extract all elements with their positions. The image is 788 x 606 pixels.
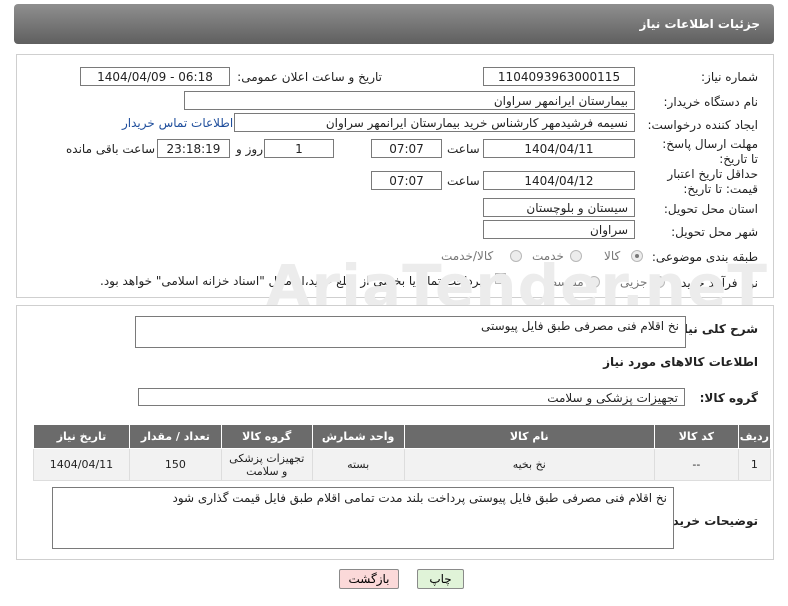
treasury-payment-note: پرداخت تمام یا بخشی از مبلغ خرید،از محل …: [100, 274, 483, 288]
header-goods-group: گروه کالا: [220, 424, 313, 449]
table-header-row: ردیف کد کالا نام کالا واحد شمارش گروه کا…: [33, 424, 772, 449]
remaining-time-field[interactable]: 23:18:19: [157, 139, 230, 158]
need-number-field[interactable]: 1104093963000115: [483, 67, 635, 86]
category-goods-label: کالا: [604, 249, 621, 263]
goods-group-field[interactable]: تجهیزات پزشکی و سلامت: [138, 388, 685, 406]
page-title: جزئیات اطلاعات نیاز: [639, 17, 760, 31]
header-need-date: تاریخ نیاز: [33, 424, 130, 449]
buyer-org-label: نام دستگاه خریدار:: [663, 95, 759, 109]
category-goods-radio[interactable]: [631, 250, 643, 262]
goods-table: ردیف کد کالا نام کالا واحد شمارش گروه کا…: [33, 424, 772, 481]
category-label: طبقه بندی موضوعی:: [651, 250, 758, 264]
category-service-radio[interactable]: [570, 250, 582, 262]
remaining-label: ساعت باقی مانده: [66, 142, 156, 156]
print-button[interactable]: چاپ: [417, 569, 464, 589]
reply-deadline-label: مهلت ارسال پاسخ: تا تاریخ:: [662, 137, 758, 166]
description-field[interactable]: نخ اقلام فنی مصرفی طبق فایل پیوستی: [135, 316, 686, 348]
header-quantity: تعداد / مقدار: [128, 424, 222, 449]
cell-goods-code: --: [653, 448, 739, 481]
announce-field[interactable]: 1404/04/09 - 06:18: [80, 67, 230, 86]
buyer-notes-field[interactable]: نخ اقلام فنی مصرفی طبق فایل پیوستی پرداخ…: [52, 487, 674, 549]
price-date-field[interactable]: 1404/04/12: [483, 171, 635, 190]
price-hour-label: ساعت: [447, 174, 480, 188]
cell-quantity: 150: [128, 448, 222, 481]
price-time-field[interactable]: 07:07: [371, 171, 442, 190]
province-label: استان محل تحویل:: [663, 202, 758, 216]
buyer-contact-link[interactable]: اطلاعات تماس خریدار: [122, 116, 233, 130]
price-validity-label: حداقل تاریخ اعتبار قیمت: تا تاریخ:: [667, 167, 758, 196]
cell-need-date: 1404/04/11: [33, 448, 130, 481]
treasury-payment-checkbox[interactable]: [495, 273, 506, 284]
goods-group-label: گروه کالا:: [699, 391, 758, 405]
cell-unit: بسته: [311, 448, 405, 481]
cell-goods-group: تجهیزات پزشکی و سلامت: [220, 448, 313, 481]
header-goods-code: کد کالا: [653, 424, 739, 449]
creator-label: ایجاد کننده درخواست:: [647, 118, 758, 132]
page-header: جزئیات اطلاعات نیاز: [14, 4, 774, 44]
creator-field[interactable]: نسیمه فرشیدمهر کارشناس خرید بیمارستان ای…: [234, 113, 635, 132]
process-minor-radio[interactable]: [653, 276, 665, 288]
process-minor-label: جزیی: [620, 275, 648, 289]
city-label: شهر محل تحویل:: [671, 225, 758, 239]
reply-hour-label: ساعت: [447, 142, 480, 156]
reply-days-field[interactable]: 1: [264, 139, 334, 158]
reply-date-field[interactable]: 1404/04/11: [483, 139, 635, 158]
cell-row-number: 1: [737, 448, 772, 481]
back-button[interactable]: بازگشت: [339, 569, 399, 589]
header-unit: واحد شمارش: [311, 424, 405, 449]
reply-time-field[interactable]: 07:07: [371, 139, 442, 158]
category-service-label: خدمت: [532, 249, 564, 263]
process-medium-radio[interactable]: [588, 276, 600, 288]
process-medium-label: متوسط: [546, 275, 584, 289]
goods-info-title: اطلاعات کالاهای مورد نیاز: [603, 355, 758, 369]
header-row-number: ردیف: [737, 424, 772, 449]
process-label: نوع فرآیند خرید :: [673, 276, 758, 290]
category-both-radio[interactable]: [510, 250, 522, 262]
buyer-org-field[interactable]: بیمارستان ایرانمهر سراوان: [184, 91, 635, 110]
category-both-label: کالا/خدمت: [441, 249, 494, 263]
province-field[interactable]: سیستان و بلوچستان: [483, 198, 635, 217]
city-field[interactable]: سراوان: [483, 220, 635, 239]
days-label: روز و: [236, 142, 263, 156]
table-row[interactable]: 1 -- نخ بخیه بسته تجهیزات پزشکی و سلامت …: [33, 448, 772, 481]
header-goods-name: نام کالا: [403, 424, 655, 449]
cell-goods-name: نخ بخیه: [403, 448, 655, 481]
need-number-label: شماره نیاز:: [701, 70, 758, 84]
announce-label: تاریخ و ساعت اعلان عمومی:: [237, 70, 382, 84]
